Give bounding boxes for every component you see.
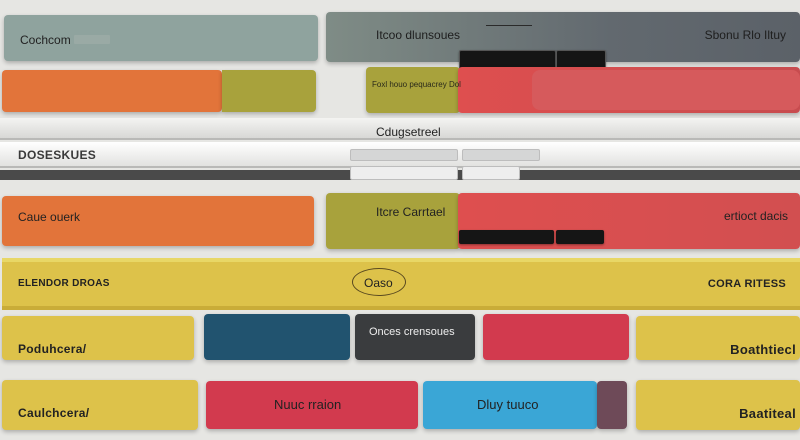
cochcom-label: Cochcom <box>20 33 71 47</box>
courses-label: Itcoo dlunsoues <box>376 28 461 42</box>
sky-tile[interactable]: Dluy tuuco <box>423 381 597 429</box>
crimson-tile-7[interactable]: Nuuc rraion <box>206 381 418 429</box>
filter-label: DOSESKUES <box>18 148 97 162</box>
contact-center-label: Itcre Carrtael <box>376 205 446 219</box>
filter-input-a[interactable] <box>350 149 458 161</box>
orange-bar[interactable] <box>2 70 222 112</box>
query-label: Foxl houo pequacrey Dol <box>372 80 461 89</box>
yellow-tile-left-6[interactable]: Poduhcera/ <box>2 316 194 360</box>
contact-olive-panel[interactable]: Itcre Carrtael <box>326 193 460 249</box>
yellow-tile-right-7[interactable]: Baatiteal <box>636 380 800 430</box>
olive-query-panel[interactable] <box>366 67 460 113</box>
crimson-tile-6[interactable] <box>483 314 629 360</box>
sky-tile-label: Dluy tuuco <box>477 397 539 412</box>
contact-orange-panel[interactable]: Caue ouerk <box>2 196 314 246</box>
tile-left-6-label: Poduhcera/ <box>18 342 87 356</box>
scribble-mark <box>486 20 532 26</box>
crimson-tile-7-label: Nuuc rraion <box>274 397 342 412</box>
filter-input-d[interactable] <box>462 166 520 180</box>
yellow-tile-right-6[interactable]: Boathtiecl <box>636 316 800 360</box>
navy-tile[interactable] <box>204 314 350 360</box>
details-label: ertioct dacis <box>723 209 788 223</box>
yellow-banner[interactable]: ELENDOR DROAS Oaso CORA RITESS <box>2 258 800 310</box>
plum-tile[interactable] <box>597 381 627 429</box>
tile-right-6-label: Boathtiecl <box>730 342 796 357</box>
yellow-tile-left-7[interactable]: Caulchcera/ <box>2 380 198 430</box>
filter-input-b[interactable] <box>462 149 540 161</box>
profile-label: Sbonu Rlo Iltuy <box>704 28 786 42</box>
tile-right-7-label: Baatiteal <box>739 406 796 421</box>
tile-left-7-label: Caulchcera/ <box>18 406 90 420</box>
banner-left-label: ELENDOR DROAS <box>18 278 110 289</box>
filter-input-c[interactable] <box>350 166 458 180</box>
banner-right-label: CORA RITESS <box>707 278 786 290</box>
contact-label: Caue ouerk <box>18 210 81 224</box>
dark-button-c[interactable] <box>459 230 554 244</box>
red-highlight <box>532 70 800 110</box>
banner-oval <box>352 268 406 296</box>
category-title: Cdugsetreel <box>376 125 441 139</box>
charcoal-tile-label: Onces crensoues <box>369 326 455 338</box>
label-tag <box>74 35 110 44</box>
cochcom-panel[interactable]: Cochcom <box>4 15 318 61</box>
olive-bar[interactable] <box>222 70 316 112</box>
dark-button-d[interactable] <box>556 230 604 244</box>
charcoal-tile[interactable]: Onces crensoues <box>355 314 475 360</box>
